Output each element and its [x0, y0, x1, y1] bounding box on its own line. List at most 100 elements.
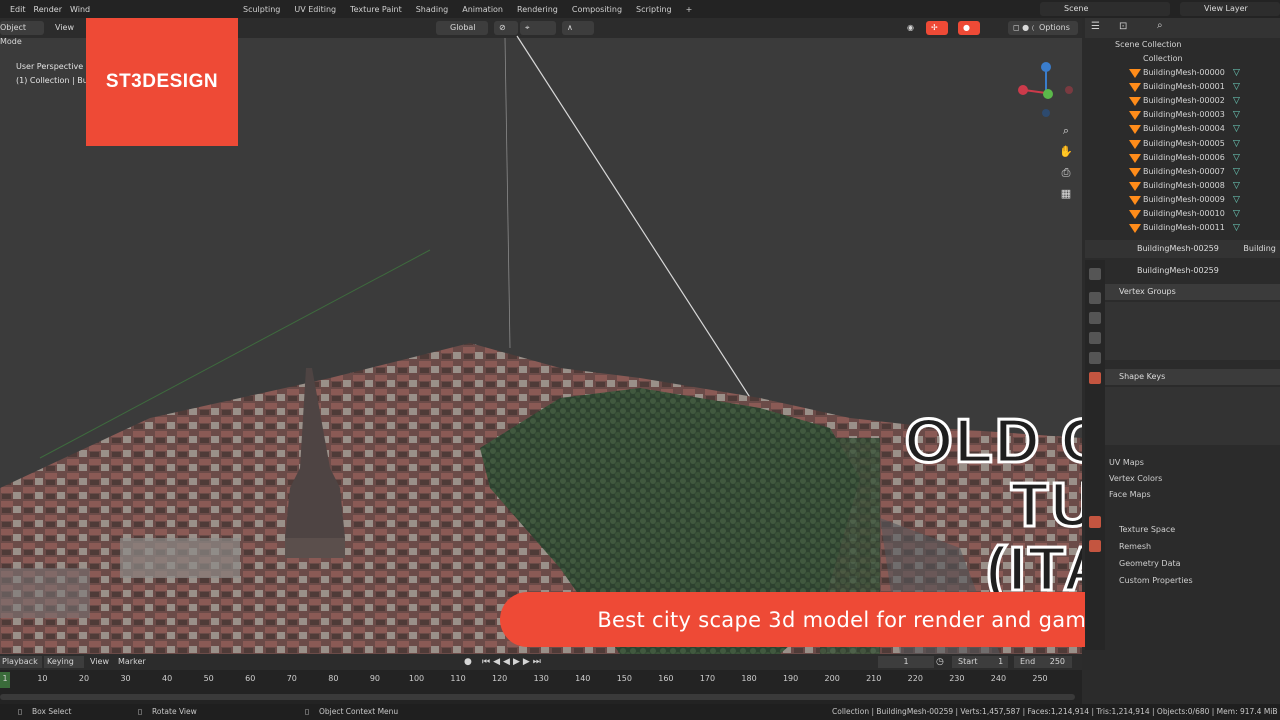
- tab-sculpting[interactable]: Sculpting: [236, 5, 287, 14]
- mesh-object-icon: [1129, 125, 1141, 135]
- properties-data-tab[interactable]: Building: [1243, 244, 1275, 253]
- face-maps-panel[interactable]: Face Maps: [1109, 490, 1151, 499]
- tool-tab-icon[interactable]: [1089, 268, 1101, 280]
- tab-animation[interactable]: Animation: [455, 5, 510, 14]
- timeline-view-menu[interactable]: View: [90, 656, 109, 668]
- shape-keys-list[interactable]: [1105, 387, 1280, 445]
- marker-menu[interactable]: Marker: [118, 656, 146, 668]
- headline: OLD CITY TURIN (ITALY): [780, 407, 1082, 603]
- tab-shading[interactable]: Shading: [409, 5, 456, 14]
- mesh-data-icon[interactable]: ▽: [1233, 221, 1240, 235]
- shape-keys-panel[interactable]: Shape Keys: [1105, 369, 1280, 385]
- scene-tab-icon[interactable]: [1089, 352, 1101, 364]
- texture-space-panel[interactable]: Texture Space: [1119, 525, 1175, 534]
- outliner-item[interactable]: BuildingMesh-00010 ▽: [1085, 207, 1280, 221]
- mesh-data-name-field[interactable]: BuildingMesh-00259: [1109, 264, 1280, 278]
- outliner-item[interactable]: BuildingMesh-00006 ▽: [1085, 151, 1280, 165]
- collection-row[interactable]: Collection: [1085, 52, 1280, 66]
- end-frame-field[interactable]: End 250: [1014, 656, 1072, 668]
- mesh-data-icon[interactable]: ▽: [1233, 137, 1240, 151]
- outliner-item-label: BuildingMesh-00002: [1143, 96, 1225, 106]
- mesh-data-icon[interactable]: ▽: [1233, 80, 1240, 94]
- mesh-object-icon: [1129, 181, 1141, 191]
- vertex-colors-panel[interactable]: Vertex Colors: [1109, 474, 1162, 483]
- mesh-data-icon[interactable]: ▽: [1233, 207, 1240, 221]
- mesh-data-icon[interactable]: ▽: [1233, 193, 1240, 207]
- vertex-groups-list[interactable]: [1105, 302, 1280, 360]
- 3d-viewport[interactable]: Object Mode View Global ⊘ ⌖ ∧ ◉ ✢ ● ◻ ● …: [0, 18, 1082, 654]
- tab-scripting[interactable]: Scripting: [629, 5, 679, 14]
- mesh-object-icon: [1129, 83, 1141, 93]
- mesh-data-icon[interactable]: ▽: [1233, 151, 1240, 165]
- mesh-data-icon[interactable]: ▽: [1233, 94, 1240, 108]
- view-layer-tab-icon[interactable]: [1089, 332, 1101, 344]
- outliner-item[interactable]: BuildingMesh-00007 ▽: [1085, 165, 1280, 179]
- status-rotate-view: Rotate View: [152, 707, 197, 716]
- world-tab-icon[interactable]: [1089, 372, 1101, 384]
- mesh-data-icon[interactable]: ▽: [1233, 66, 1240, 80]
- outliner-item[interactable]: BuildingMesh-00008 ▽: [1085, 179, 1280, 193]
- frame-tick-label: 110: [450, 674, 466, 683]
- outliner-item[interactable]: BuildingMesh-00001 ▽: [1085, 80, 1280, 94]
- material-tab-icon[interactable]: [1089, 516, 1101, 528]
- mesh-object-icon: [1129, 69, 1141, 78]
- frame-tick-label: 190: [782, 674, 799, 683]
- timeline-scrollbar[interactable]: [0, 694, 1075, 700]
- outliner-item[interactable]: BuildingMesh-00009 ▽: [1085, 193, 1280, 207]
- texture-tab-icon[interactable]: [1089, 540, 1101, 552]
- outliner-header: ☰ ⊡ ⌕: [1085, 18, 1280, 38]
- vertex-groups-panel[interactable]: Vertex Groups: [1105, 284, 1280, 300]
- custom-properties-panel[interactable]: Custom Properties: [1119, 576, 1193, 585]
- frame-tick-label: 80: [328, 674, 339, 683]
- end-value: 250: [1049, 657, 1066, 666]
- timeline-editor[interactable]: Playback Keying View Marker ● ⏮◀◀▶▶⏭ 1 ◷…: [0, 654, 1082, 706]
- tab-rendering[interactable]: Rendering: [510, 5, 565, 14]
- mesh-data-icon[interactable]: ▽: [1233, 179, 1240, 193]
- menu-window[interactable]: Wind: [66, 5, 94, 14]
- menu-edit[interactable]: Edit: [6, 5, 30, 14]
- tab-texture-paint[interactable]: Texture Paint: [343, 5, 409, 14]
- mesh-object-icon: [1129, 210, 1141, 219]
- outliner-item[interactable]: BuildingMesh-00003 ▽: [1085, 108, 1280, 122]
- start-label: Start: [958, 657, 978, 666]
- mesh-data-icon[interactable]: ▽: [1233, 108, 1240, 122]
- search-icon[interactable]: ⌕: [1157, 20, 1163, 31]
- frame-tick-label: 210: [866, 674, 882, 683]
- playback-dropdown[interactable]: Playback: [0, 656, 42, 668]
- outliner-item[interactable]: BuildingMesh-00002 ▽: [1085, 94, 1280, 108]
- add-workspace-button[interactable]: +: [679, 5, 700, 14]
- status-scene-stats: Collection | BuildingMesh-00259 | Verts:…: [832, 707, 1278, 716]
- properties-object-name[interactable]: BuildingMesh-00259: [1137, 244, 1219, 253]
- tab-uv-editing[interactable]: UV Editing: [287, 5, 343, 14]
- mesh-data-icon[interactable]: ▽: [1233, 165, 1240, 179]
- tab-compositing[interactable]: Compositing: [565, 5, 629, 14]
- frame-tick-label: 150: [616, 674, 632, 683]
- outliner-item[interactable]: BuildingMesh-00011 ▽: [1085, 221, 1280, 235]
- outliner-item-label: BuildingMesh-00003: [1143, 110, 1225, 120]
- scene-collection-row[interactable]: Scene Collection: [1085, 38, 1280, 52]
- view-layer-selector[interactable]: View Layer: [1180, 2, 1280, 16]
- outliner-item[interactable]: BuildingMesh-00004 ▽: [1085, 122, 1280, 136]
- outliner-item[interactable]: BuildingMesh-00000 ▽: [1085, 66, 1280, 80]
- headline-line1: OLD CITY: [903, 407, 1082, 476]
- main-menus: Edit Render Wind: [0, 0, 94, 18]
- collection-label: Collection: [1143, 54, 1183, 63]
- remesh-panel[interactable]: Remesh: [1119, 542, 1151, 551]
- outliner-item[interactable]: BuildingMesh-00005 ▽: [1085, 137, 1280, 151]
- display-mode-icon[interactable]: ⊡: [1119, 21, 1127, 32]
- playback-controls-icons[interactable]: ⏮◀◀▶▶⏭: [482, 656, 544, 668]
- geometry-data-panel[interactable]: Geometry Data: [1119, 559, 1181, 568]
- mesh-object-icon: [1129, 139, 1141, 149]
- output-tab-icon[interactable]: [1089, 312, 1101, 324]
- record-icon[interactable]: ●: [464, 656, 472, 668]
- keying-dropdown[interactable]: Keying: [44, 656, 84, 668]
- menu-render[interactable]: Render: [30, 5, 66, 14]
- editor-type-icon[interactable]: ☰: [1091, 21, 1100, 32]
- start-frame-field[interactable]: Start 1: [952, 656, 1008, 668]
- mesh-data-icon[interactable]: ▽: [1233, 122, 1240, 136]
- render-tab-icon[interactable]: [1089, 292, 1101, 304]
- current-frame-field[interactable]: 1: [878, 656, 934, 668]
- scene-selector[interactable]: Scene: [1040, 2, 1170, 16]
- uv-maps-panel[interactable]: UV Maps: [1109, 458, 1144, 467]
- clock-icon[interactable]: ◷: [936, 656, 944, 668]
